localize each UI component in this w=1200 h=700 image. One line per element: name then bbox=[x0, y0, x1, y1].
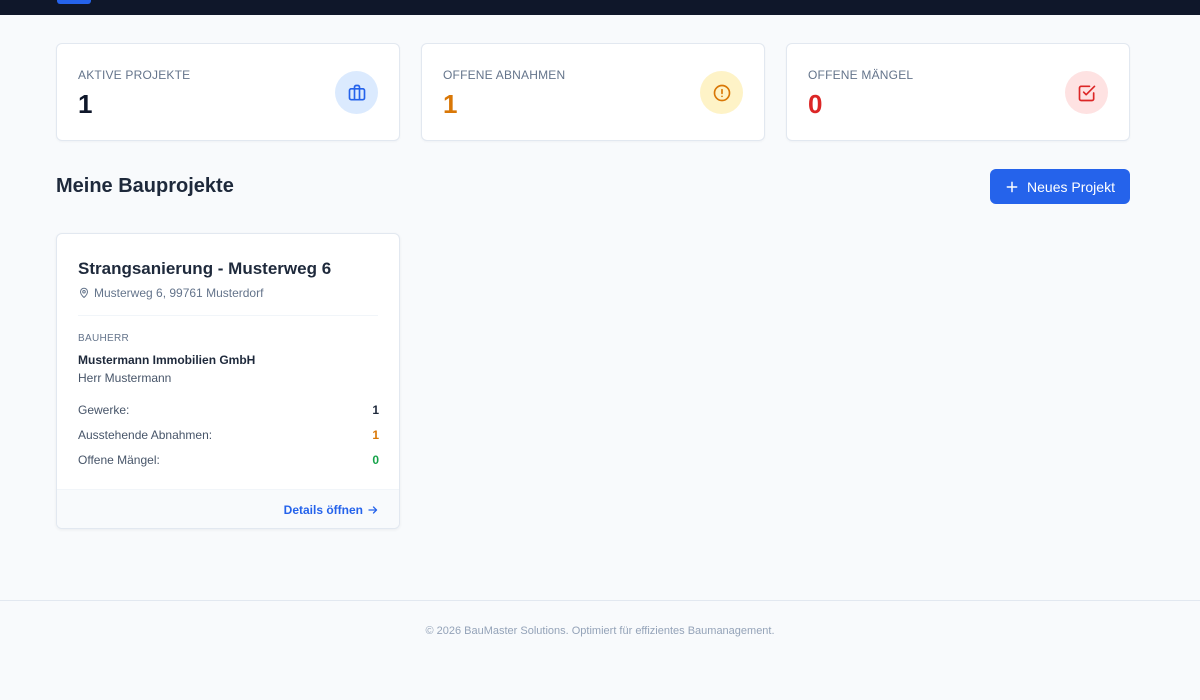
stat-label: OFFENE MÄNGEL bbox=[808, 68, 914, 82]
briefcase-icon bbox=[335, 71, 378, 114]
metric-value: 1 bbox=[372, 428, 379, 442]
metric-row-open-defects: Offene Mängel: 0 bbox=[78, 453, 379, 469]
arrow-right-icon bbox=[367, 504, 379, 516]
section-title: Meine Bauprojekte bbox=[56, 175, 234, 197]
stat-label: AKTIVE PROJEKTE bbox=[78, 68, 191, 82]
metric-value: 0 bbox=[372, 453, 379, 467]
stat-card-open-defects: OFFENE MÄNGEL 0 bbox=[786, 43, 1130, 141]
metric-row-trades: Gewerke: 1 bbox=[78, 403, 379, 419]
client-company: Mustermann Immobilien GmbH bbox=[78, 353, 256, 367]
footer-copyright: © 2026 BauMaster Solutions. Optimiert fü… bbox=[425, 625, 775, 637]
metric-label: Gewerke: bbox=[78, 403, 130, 417]
map-pin-icon bbox=[78, 287, 90, 299]
stat-label: OFFENE ABNAHMEN bbox=[443, 68, 566, 82]
divider bbox=[78, 315, 378, 316]
stat-value: 0 bbox=[808, 89, 823, 119]
stat-value: 1 bbox=[78, 89, 93, 119]
footer-divider bbox=[0, 600, 1200, 601]
check-square-icon bbox=[1065, 71, 1108, 114]
new-project-label: Neues Projekt bbox=[1027, 178, 1115, 195]
details-label: Details öffnen bbox=[283, 503, 363, 517]
stat-value: 1 bbox=[443, 89, 458, 119]
metric-row-pending-acceptances: Ausstehende Abnahmen: 1 bbox=[78, 428, 379, 444]
logo[interactable] bbox=[57, 0, 91, 4]
project-address: Musterweg 6, 99761 Musterdorf bbox=[78, 286, 263, 300]
metric-value: 1 bbox=[372, 403, 379, 417]
project-title: Strangsanierung - Musterweg 6 bbox=[78, 259, 332, 278]
top-navbar bbox=[0, 0, 1200, 15]
metric-label: Ausstehende Abnahmen: bbox=[78, 428, 213, 442]
details-link[interactable]: Details öffnen bbox=[284, 503, 379, 517]
address-text: Musterweg 6, 99761 Musterdorf bbox=[94, 286, 264, 300]
plus-icon bbox=[1005, 180, 1019, 194]
new-project-button[interactable]: Neues Projekt bbox=[990, 169, 1130, 204]
alert-circle-icon bbox=[700, 71, 743, 114]
client-contact: Herr Mustermann bbox=[78, 371, 172, 385]
metric-label: Offene Mängel: bbox=[78, 453, 160, 467]
stat-card-active-projects: AKTIVE PROJEKTE 1 bbox=[56, 43, 400, 141]
client-label: BAUHERR bbox=[78, 333, 129, 344]
stat-card-open-acceptances: OFFENE ABNAHMEN 1 bbox=[421, 43, 765, 141]
card-footer: Details öffnen bbox=[57, 489, 399, 528]
project-card[interactable]: Strangsanierung - Musterweg 6 Musterweg … bbox=[56, 233, 400, 529]
